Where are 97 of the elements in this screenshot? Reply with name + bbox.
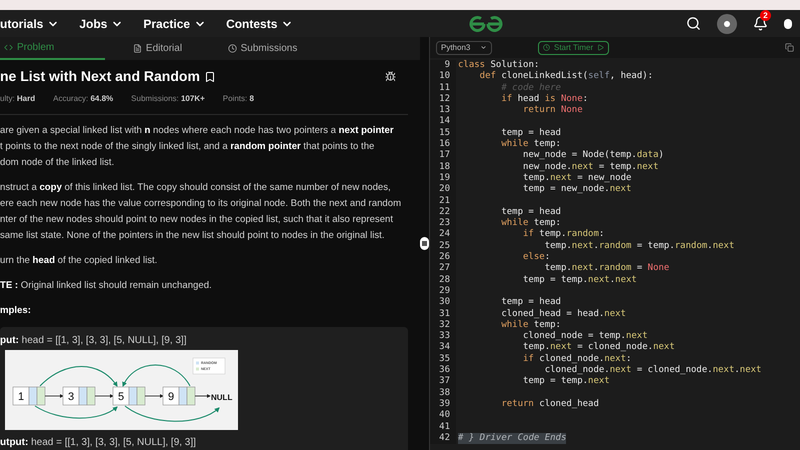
line-number: 39 <box>430 398 452 410</box>
problem-meta: ulty: Hard <box>0 93 36 105</box>
line-number: 14 <box>430 116 452 128</box>
line-number: 35 <box>430 354 452 366</box>
problem-meta: Points: 8 <box>222 93 254 105</box>
line-number: 28 <box>430 274 452 286</box>
tab[interactable]: Submissions <box>210 37 315 60</box>
line-number: 19 <box>430 172 452 184</box>
code-line: if cloned_node.next: <box>523 354 632 365</box>
line-number: 30 <box>430 297 452 309</box>
code-line: # code here <box>501 82 561 94</box>
code-line: new_node.next = temp.next <box>523 162 659 173</box>
code-line: cloned_head = head.next <box>501 308 626 320</box>
line-number: 13 <box>430 105 452 116</box>
tab-icon <box>228 44 237 53</box>
code-line: temp = temp.next <box>523 376 610 388</box>
search-icon[interactable] <box>686 16 701 31</box>
line-number: 9 <box>430 60 452 72</box>
code-line: new_node = Node(temp.data) <box>523 150 664 162</box>
code-line: class Solution: <box>458 60 540 71</box>
code-line: if head is None: <box>501 94 588 106</box>
line-number: 10 <box>430 71 452 83</box>
tab[interactable]: Editorial <box>105 37 210 60</box>
code-line: temp = head <box>501 297 561 309</box>
tab-icon <box>132 44 142 53</box>
code-line: temp = new_node.next <box>523 184 632 196</box>
line-number: 11 <box>430 82 452 94</box>
code-line: def cloneLinkedList(self, head): <box>480 71 654 83</box>
code-line: temp.next = new_node <box>523 172 632 184</box>
problem-title: ne List with Next and Random <box>0 67 200 86</box>
example-input-text: put: head = [[1, 3], [3, 3], [5, NULL], [9, 3]] <box>0 334 186 348</box>
line-number: 26 <box>430 252 452 264</box>
line-number: 33 <box>430 331 452 342</box>
code-line: if temp.random: <box>523 229 604 241</box>
description-paragraph: TE : Original linked list should remain unchanged. <box>0 279 212 293</box>
line-number: 36 <box>430 365 452 376</box>
splitter-handle[interactable] <box>420 237 429 250</box>
line-number: 37 <box>430 376 452 388</box>
line-number: 23 <box>430 218 452 230</box>
line-number: 21 <box>430 196 452 207</box>
caret-icon <box>480 44 487 51</box>
line-number: 32 <box>430 320 452 332</box>
line-number: 31 <box>430 308 452 320</box>
nav-menu[interactable]: Contests <box>226 14 294 32</box>
nav-menu[interactable]: utorials <box>0 14 60 32</box>
code-line: else: <box>523 252 550 264</box>
description-paragraph: urn the head of the copied linked list. <box>0 254 158 268</box>
line-number: 42 <box>430 432 452 444</box>
code-line: return cloned_head <box>501 398 599 410</box>
line-number: 34 <box>430 342 452 354</box>
line-number: 15 <box>430 128 452 140</box>
line-number: 29 <box>430 286 452 298</box>
line-number: 40 <box>430 410 452 422</box>
line-number: 24 <box>430 229 452 241</box>
code-line: temp.next.random = temp.random.next <box>544 240 734 252</box>
description-paragraph: nstruct a copy of this linked list. The copy should consist of the same number of new nodes, ere each new node has the value corresponding to its original node. Both the next and random nter of the new nodes should point to new nodes in the copied list, such that it also represent same list state. None of the pointers in the new list should point to nodes in the original list. <box>0 181 402 243</box>
tab[interactable]: Problem <box>0 37 105 60</box>
description-paragraph: are given a special linked list with n nodes where each node has two pointers a next pointer t points to the next node of the singly linked list, and a random pointer that points to the dom node of the linked list. <box>0 124 394 170</box>
code-line: temp = temp.next.next <box>523 274 637 286</box>
code-line: temp = head <box>501 206 561 218</box>
bug-icon[interactable] <box>385 71 396 82</box>
copy-icon[interactable] <box>785 43 794 52</box>
code-line: temp.next = cloned_node.next <box>523 342 675 354</box>
line-number: 22 <box>430 206 452 218</box>
code-line: cloned_node = temp.next <box>523 331 648 342</box>
line-number: 16 <box>430 139 452 150</box>
line-number: 27 <box>430 263 452 275</box>
examples-heading: mples: <box>0 304 31 318</box>
line-number: 17 <box>430 150 452 162</box>
logo-icon <box>468 14 504 32</box>
code-line: temp.next.random = None <box>544 263 670 275</box>
notification-badge: 2 <box>760 10 771 21</box>
bell-icon[interactable] <box>753 16 768 31</box>
line-number: 20 <box>430 184 452 196</box>
nav-menu[interactable]: Practice <box>143 14 206 32</box>
line-number: 41 <box>430 422 452 433</box>
tab-icon <box>4 43 13 52</box>
avatar[interactable] <box>717 14 737 34</box>
code-line: while temp: <box>501 320 561 331</box>
bookmark-icon[interactable] <box>204 70 216 82</box>
code-line: temp = head <box>501 128 561 139</box>
clock-icon <box>543 44 550 51</box>
line-number: 18 <box>430 162 452 173</box>
problem-meta: Submissions: 107K+ <box>131 93 205 105</box>
code-line: cloned_node.next = cloned_node.next.next <box>544 365 762 376</box>
play-icon <box>597 44 604 51</box>
line-number: 12 <box>430 94 452 106</box>
start-timer-button[interactable]: Start Timer <box>538 40 610 54</box>
code-line: while temp: <box>501 218 561 229</box>
line-number: 38 <box>430 388 452 399</box>
line-number: 25 <box>430 240 452 252</box>
code-line: while temp: <box>501 139 561 150</box>
code-line: return None <box>523 105 583 116</box>
problem-meta: Accuracy: 64.8% <box>53 93 114 105</box>
example-output-text: utput: head = [[1, 3], [3, 3], [5, NULL], [9, 3]] <box>0 436 196 450</box>
nav-menu[interactable]: Jobs <box>79 14 124 32</box>
language-dropdown[interactable]: Python3 <box>436 40 492 54</box>
